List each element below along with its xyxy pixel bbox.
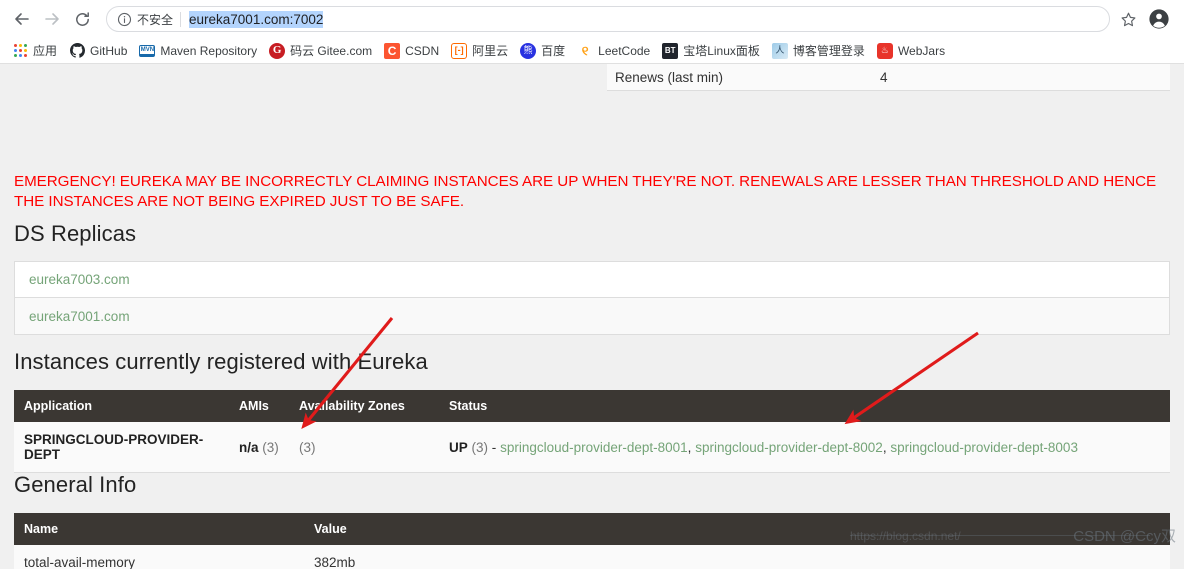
cell-availability-zones: (3) <box>289 422 439 473</box>
browser-toolbar: 不安全 eureka7001.com:7002 <box>0 0 1184 38</box>
webjars-icon: ♨ <box>876 42 893 59</box>
star-icon[interactable] <box>1116 7 1140 31</box>
bookmark-label: CSDN <box>405 43 440 58</box>
profile-avatar-icon[interactable] <box>1146 6 1172 32</box>
table-header-row: Name Value <box>14 513 1170 545</box>
renews-last-min-value: 4 <box>880 70 888 85</box>
bookmark-label: 百度 <box>541 44 566 58</box>
bookmarks-bar: 应用 GitHub MVN Maven Repository G 码云 Gite… <box>0 38 1184 64</box>
bookmark-webjars[interactable]: ♨ WebJars <box>871 40 951 62</box>
reload-button[interactable] <box>68 5 96 33</box>
renews-last-min-label: Renews (last min) <box>615 70 724 85</box>
general-info-heading: General Info <box>14 472 137 497</box>
csdn-icon: C <box>384 42 401 59</box>
column-header-value: Value <box>304 513 1170 545</box>
list-item[interactable]: eureka7003.com <box>15 262 1169 298</box>
bookmark-bt-panel[interactable]: BT 宝塔Linux面板 <box>656 40 766 62</box>
bookmark-github[interactable]: GitHub <box>63 40 133 62</box>
bookmark-blog-admin[interactable]: 人 博客管理登录 <box>766 40 871 62</box>
column-header-status: Status <box>439 390 1170 422</box>
blog-admin-icon: 人 <box>771 42 788 59</box>
apps-grid-icon <box>12 43 28 59</box>
bookmark-label: LeetCode <box>598 43 651 58</box>
omnibox-divider <box>180 11 182 27</box>
table-row: total-avail-memory 382mb <box>14 545 1170 569</box>
link-separator: , <box>882 439 887 455</box>
status-count: (3) <box>471 439 489 455</box>
instance-link-8002[interactable]: springcloud-provider-dept-8002 <box>695 440 883 455</box>
bookmark-maven-repository[interactable]: MVN Maven Repository <box>133 40 263 62</box>
table-row: Renews (last min) 4 <box>607 64 1170 91</box>
bookmark-label: 阿里云 <box>472 44 509 58</box>
bt-panel-icon: BT <box>662 42 679 59</box>
column-header-name: Name <box>14 513 304 545</box>
status-dash: - <box>491 439 497 455</box>
amis-count: (3) <box>262 439 279 455</box>
scrolled-off-table: Renews (last min) 4 <box>607 64 1170 91</box>
link-separator: , <box>687 439 692 455</box>
table-header-row: Application AMIs Availability Zones Stat… <box>14 390 1170 422</box>
bookmark-label: 码云 Gitee.com <box>290 44 373 58</box>
cell-name: total-avail-memory <box>14 545 304 569</box>
ds-replicas-panel: eureka7003.com eureka7001.com <box>14 261 1170 335</box>
gitee-icon: G <box>269 42 286 59</box>
bookmark-label: 宝塔Linux面板 <box>683 44 760 58</box>
leetcode-icon: ୧ <box>581 43 589 58</box>
aliyun-icon: [-] <box>451 42 468 59</box>
bookmark-gitee[interactable]: G 码云 Gitee.com <box>263 40 378 62</box>
cell-application: SPRINGCLOUD-PROVIDER-DEPT <box>14 422 229 473</box>
bookmark-label: WebJars <box>897 43 946 58</box>
bookmark-label: 应用 <box>33 44 58 58</box>
forward-button[interactable] <box>38 5 66 33</box>
instance-link-8001[interactable]: springcloud-provider-dept-8001 <box>500 440 688 455</box>
column-header-availability-zones: Availability Zones <box>289 390 439 422</box>
bookmark-label: Maven Repository <box>160 43 258 58</box>
emergency-alert-text: EMERGENCY! EUREKA MAY BE INCORRECTLY CLA… <box>14 173 1157 210</box>
bookmark-label: GitHub <box>90 43 128 58</box>
instances-table: Application AMIs Availability Zones Stat… <box>14 390 1170 473</box>
bookmark-label: 博客管理登录 <box>792 44 865 58</box>
github-icon <box>69 43 85 59</box>
maven-icon: MVN <box>139 44 156 57</box>
eureka-dashboard-page: Renews (last min) 4 EMERGENCY! EUREKA MA… <box>0 64 1184 569</box>
ds-replica-link[interactable]: eureka7003.com <box>29 272 130 287</box>
baidu-icon: 熊 <box>520 42 537 59</box>
bookmark-csdn[interactable]: C CSDN <box>378 40 445 62</box>
cell-value: 382mb <box>304 545 1170 569</box>
back-button[interactable] <box>8 5 36 33</box>
bookmark-leetcode[interactable]: ୧ LeetCode <box>571 40 656 62</box>
security-status-label: 不安全 <box>137 12 174 27</box>
bookmark-baidu[interactable]: 熊 百度 <box>514 40 571 62</box>
table-row: SPRINGCLOUD-PROVIDER-DEPT n/a (3) (3) UP… <box>14 422 1170 473</box>
instance-link-8003[interactable]: springcloud-provider-dept-8003 <box>890 440 1078 455</box>
browser-chrome: 不安全 eureka7001.com:7002 应用 GitHub MVN Ma… <box>0 0 1184 64</box>
ds-replicas-heading: DS Replicas <box>14 221 137 246</box>
amis-value: n/a <box>239 439 259 455</box>
address-bar[interactable]: 不安全 eureka7001.com:7002 <box>106 6 1110 32</box>
bookmark-apps[interactable]: 应用 <box>6 40 63 62</box>
application-name: SPRINGCLOUD-PROVIDER-DEPT <box>24 432 204 462</box>
cell-amis: n/a (3) <box>229 422 289 473</box>
url-input[interactable]: eureka7001.com:7002 <box>189 10 324 28</box>
list-item[interactable]: eureka7001.com <box>15 298 1169 334</box>
cell-status: UP (3) - springcloud-provider-dept-8001,… <box>439 422 1170 473</box>
column-header-application: Application <box>14 390 229 422</box>
ds-replica-link[interactable]: eureka7001.com <box>29 309 130 324</box>
column-header-amis: AMIs <box>229 390 289 422</box>
info-circle-icon[interactable] <box>117 12 132 27</box>
general-info-table: Name Value total-avail-memory 382mb envi… <box>14 513 1170 569</box>
status-badge: UP <box>449 439 468 455</box>
instances-heading: Instances currently registered with Eure… <box>14 349 428 374</box>
bookmark-aliyun[interactable]: [-] 阿里云 <box>445 40 514 62</box>
zones-count: (3) <box>299 439 316 455</box>
